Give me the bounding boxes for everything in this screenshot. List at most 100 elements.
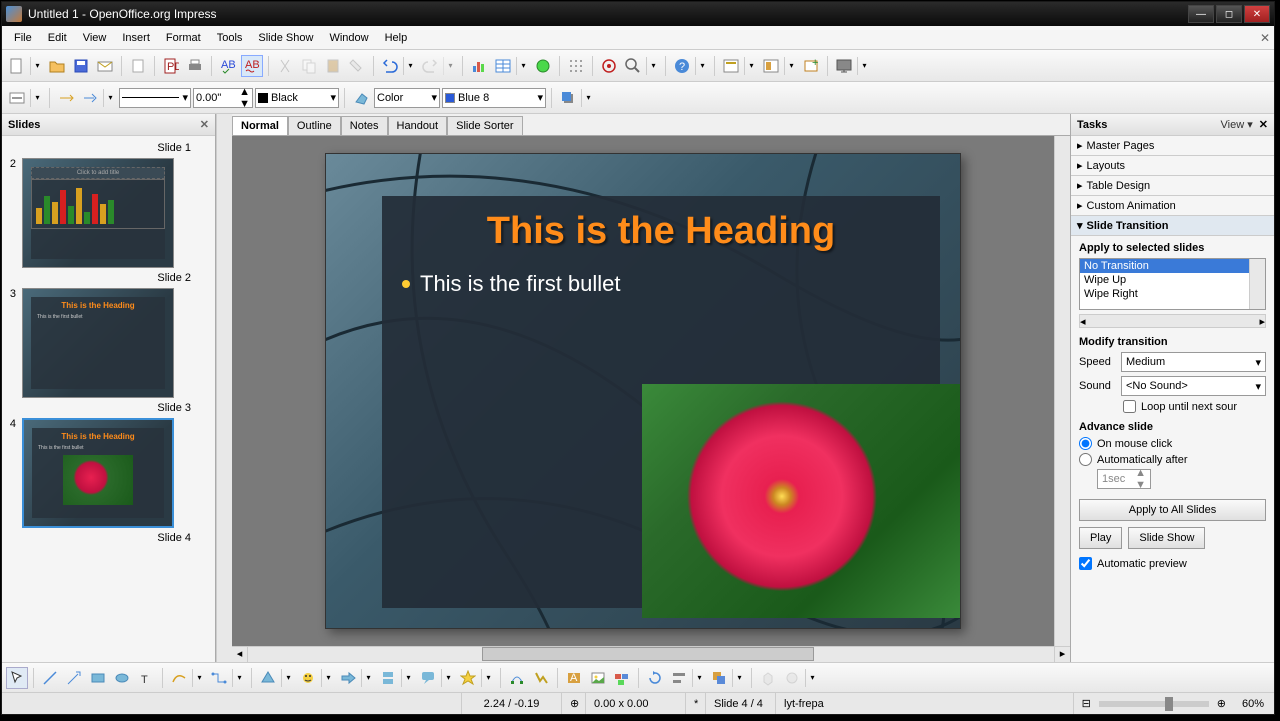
tab-slidesorter[interactable]: Slide Sorter bbox=[447, 116, 522, 135]
open-button[interactable] bbox=[46, 55, 68, 77]
insert-slide-button[interactable]: + bbox=[800, 55, 822, 77]
play-button[interactable]: Play bbox=[1079, 527, 1122, 549]
task-section-animation[interactable]: ▸Custom Animation bbox=[1071, 196, 1274, 216]
menu-tools[interactable]: Tools bbox=[209, 29, 251, 47]
transition-item-wipeup[interactable]: Wipe Up bbox=[1080, 273, 1265, 287]
curve-dropdown[interactable]: ▾ bbox=[192, 669, 206, 687]
rectangle-tool[interactable] bbox=[87, 667, 109, 689]
zoom-slider[interactable]: ⊟ ⊕ bbox=[1074, 693, 1234, 714]
flowchart-dropdown[interactable]: ▾ bbox=[401, 669, 415, 687]
paste-button[interactable] bbox=[322, 55, 344, 77]
basic-shapes-tool[interactable] bbox=[257, 667, 279, 689]
slide-layout-dropdown[interactable]: ▾ bbox=[744, 57, 758, 75]
toolbar-overflow2[interactable]: ▾ bbox=[857, 57, 871, 75]
loop-checkbox[interactable] bbox=[1123, 400, 1136, 413]
redo-button[interactable] bbox=[419, 55, 441, 77]
interaction-tool[interactable] bbox=[781, 667, 803, 689]
slides-scrollbar[interactable] bbox=[216, 114, 232, 662]
slides-panel-close-icon[interactable]: ✕ bbox=[200, 118, 209, 131]
sound-select[interactable]: <No Sound>▾ bbox=[1121, 376, 1266, 396]
stars-dropdown[interactable]: ▾ bbox=[481, 669, 495, 687]
grid-button[interactable] bbox=[565, 55, 587, 77]
fill-color-select[interactable]: Blue 8▾ bbox=[442, 88, 546, 108]
align-tool[interactable] bbox=[668, 667, 690, 689]
menu-insert[interactable]: Insert bbox=[114, 29, 158, 47]
menu-view[interactable]: View bbox=[75, 29, 115, 47]
slide-design-button[interactable] bbox=[760, 55, 782, 77]
area-style-button[interactable] bbox=[350, 87, 372, 109]
slide-heading[interactable]: This is the Heading bbox=[382, 196, 940, 259]
slide-layout-button[interactable] bbox=[720, 55, 742, 77]
tab-normal[interactable]: Normal bbox=[232, 116, 288, 135]
transition-list-scrollbar[interactable] bbox=[1249, 259, 1265, 309]
arrange-tool[interactable] bbox=[708, 667, 730, 689]
curve-tool[interactable] bbox=[168, 667, 190, 689]
toolbar-overflow[interactable]: ▾ bbox=[695, 57, 709, 75]
callouts-dropdown[interactable]: ▾ bbox=[441, 669, 455, 687]
transition-item-none[interactable]: No Transition bbox=[1080, 259, 1265, 273]
zoom-button[interactable] bbox=[622, 55, 644, 77]
save-button[interactable] bbox=[70, 55, 92, 77]
task-section-layouts[interactable]: ▸Layouts bbox=[1071, 156, 1274, 176]
task-section-transition[interactable]: ▾Slide Transition bbox=[1071, 216, 1274, 236]
symbol-shapes-dropdown[interactable]: ▾ bbox=[321, 669, 335, 687]
menu-edit[interactable]: Edit bbox=[40, 29, 75, 47]
new-button[interactable] bbox=[6, 55, 28, 77]
menu-file[interactable]: File bbox=[6, 29, 40, 47]
line-width-input[interactable]: 0.00"▲▼ bbox=[193, 88, 253, 108]
arrow-tool[interactable] bbox=[63, 667, 85, 689]
undo-dropdown[interactable]: ▾ bbox=[403, 57, 417, 75]
navigator-button[interactable] bbox=[598, 55, 620, 77]
line-endings-button[interactable] bbox=[55, 87, 77, 109]
connector-tool[interactable] bbox=[208, 667, 230, 689]
menu-format[interactable]: Format bbox=[158, 29, 209, 47]
apply-all-button[interactable]: Apply to All Slides bbox=[1079, 499, 1266, 521]
slideshow-button[interactable]: Slide Show bbox=[1128, 527, 1205, 549]
start-slideshow-button[interactable] bbox=[833, 55, 855, 77]
format-paintbrush-button[interactable] bbox=[346, 55, 368, 77]
slide-design-dropdown[interactable]: ▾ bbox=[784, 57, 798, 75]
zoom-dropdown[interactable]: ▾ bbox=[646, 57, 660, 75]
connector-dropdown[interactable]: ▾ bbox=[232, 669, 246, 687]
print-button[interactable] bbox=[184, 55, 206, 77]
copy-button[interactable] bbox=[298, 55, 320, 77]
task-section-master[interactable]: ▸Master Pages bbox=[1071, 136, 1274, 156]
onclick-radio[interactable] bbox=[1079, 437, 1092, 450]
hyperlink-button[interactable] bbox=[532, 55, 554, 77]
task-section-table[interactable]: ▸Table Design bbox=[1071, 176, 1274, 196]
stars-tool[interactable] bbox=[457, 667, 479, 689]
canvas-hscrollbar[interactable]: ◂ ▸ bbox=[232, 646, 1070, 662]
tab-notes[interactable]: Notes bbox=[341, 116, 388, 135]
tab-outline[interactable]: Outline bbox=[288, 116, 341, 135]
table-button[interactable] bbox=[492, 55, 514, 77]
arrowheads-dropdown[interactable]: ▾ bbox=[103, 89, 117, 107]
preview-checkbox[interactable] bbox=[1079, 557, 1092, 570]
gallery-tool[interactable] bbox=[611, 667, 633, 689]
autospell-button[interactable]: ABC bbox=[241, 55, 263, 77]
slide-thumb-2[interactable]: Click to add title bbox=[22, 158, 174, 268]
tab-handout[interactable]: Handout bbox=[388, 116, 448, 135]
rotate-tool[interactable] bbox=[644, 667, 666, 689]
cut-button[interactable] bbox=[274, 55, 296, 77]
slide-image[interactable] bbox=[642, 384, 960, 618]
block-arrows-dropdown[interactable]: ▾ bbox=[361, 669, 375, 687]
menu-slideshow[interactable]: Slide Show bbox=[250, 29, 321, 47]
line-color-select[interactable]: Black▾ bbox=[255, 88, 339, 108]
edit-file-button[interactable] bbox=[127, 55, 149, 77]
slide-canvas[interactable]: This is the Heading This is the first bu… bbox=[325, 153, 961, 629]
flowchart-tool[interactable] bbox=[377, 667, 399, 689]
zoom-value[interactable]: 60% bbox=[1234, 693, 1274, 714]
help-button[interactable]: ? bbox=[671, 55, 693, 77]
transition-hscroll[interactable]: ◂▸ bbox=[1079, 314, 1266, 328]
tasks-close-icon[interactable]: ✕ bbox=[1259, 118, 1268, 131]
transition-item-wiperight[interactable]: Wipe Right bbox=[1080, 287, 1265, 301]
line-tool[interactable] bbox=[39, 667, 61, 689]
undo-button[interactable] bbox=[379, 55, 401, 77]
auto-time-input[interactable]: 1sec▲▼ bbox=[1097, 469, 1151, 489]
gluepoints-tool[interactable] bbox=[530, 667, 552, 689]
line-style-select[interactable]: ▾ bbox=[119, 88, 191, 108]
arrowheads-button[interactable] bbox=[79, 87, 101, 109]
email-button[interactable] bbox=[94, 55, 116, 77]
slide-thumb-3[interactable]: This is the Heading This is the first bu… bbox=[22, 288, 174, 398]
spellcheck-button[interactable]: ABC bbox=[217, 55, 239, 77]
